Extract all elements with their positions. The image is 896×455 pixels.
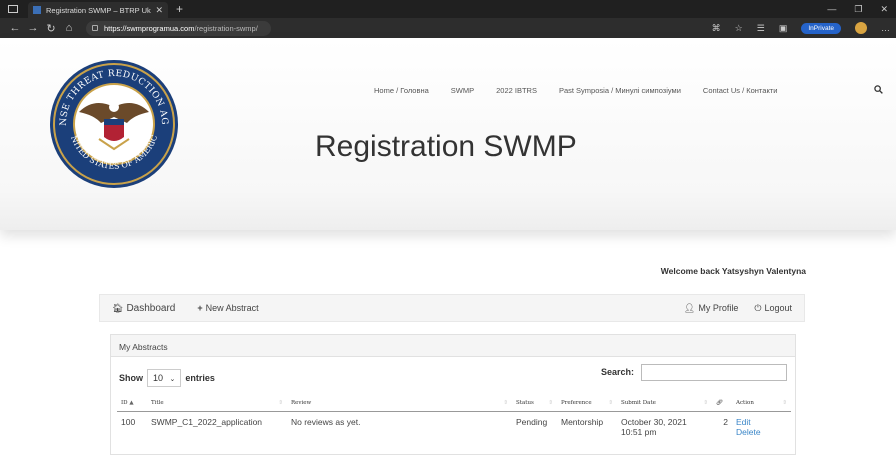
cell-submit-date: October 30, 2021 10:51 pm <box>617 411 712 442</box>
my-profile-link[interactable]: 👤︎ My Profile <box>684 303 738 314</box>
sort-icon: ⇳ <box>548 399 553 406</box>
col-status[interactable]: Status ⇳ <box>512 395 557 412</box>
collections-icon[interactable]: ▣ <box>779 23 788 34</box>
sort-asc-icon: ▲ <box>129 399 134 406</box>
search-input[interactable] <box>641 364 787 381</box>
dtra-seal-logo[interactable]: DEFENSE THREAT REDUCTION AGENCY UNITED S… <box>49 57 179 191</box>
back-icon[interactable]: ← <box>6 22 24 34</box>
menu-item-ibtrs[interactable]: 2022 IBTRS <box>496 86 537 95</box>
sort-icon: ⇳ <box>278 399 283 406</box>
show-label: Show <box>119 373 143 383</box>
new-abstract-link[interactable]: + New Abstract <box>197 303 258 313</box>
url-path: /registration-swmp/ <box>194 23 258 33</box>
reload-icon[interactable]: ↻ <box>42 22 60 35</box>
menu-item-contact[interactable]: Contact Us / Контакти <box>703 86 778 95</box>
restore-icon[interactable]: ❐ <box>854 4 862 15</box>
paperclip-icon: 🔗︎ <box>716 399 723 406</box>
user-icon: 👤︎ <box>683 302 696 313</box>
abstracts-panel: My Abstracts Show 10 ⌄ entries Search: I… <box>110 334 796 455</box>
chevron-down-icon: ⌄ <box>169 376 176 383</box>
menu-item-past-symposia[interactable]: Past Symposia / Минулі симпозіуми <box>559 86 681 95</box>
col-submit-date-label: Submit Date <box>621 399 656 406</box>
col-attachment[interactable]: 🔗︎ <box>712 395 732 412</box>
dashboard-label: Dashboard <box>126 302 176 314</box>
reader-icon[interactable]: ⌘ <box>712 23 721 34</box>
sort-icon: ⇳ <box>703 399 708 406</box>
cell-action: Edit Delete <box>732 411 791 442</box>
table-header-row: ID ▲ Title ⇳ Review ⇳ Status ⇳ Preference ⇳ … <box>117 395 791 412</box>
col-action-label: Action <box>736 399 754 406</box>
entries-label: entries <box>185 373 215 383</box>
edit-link[interactable]: Edit <box>736 417 787 427</box>
new-abstract-label: New Abstract <box>205 303 259 313</box>
home-icon: 🏠︎ <box>112 302 124 313</box>
delete-link[interactable]: Delete <box>736 427 787 437</box>
col-title[interactable]: Title ⇳ <box>147 395 287 412</box>
col-review[interactable]: Review ⇳ <box>287 395 512 412</box>
lock-icon <box>92 25 98 31</box>
sort-icon: ⇳ <box>608 399 613 406</box>
cell-count: 2 <box>723 416 728 427</box>
dashboard-nav: 🏠︎ Dashboard + New Abstract 👤︎ My Profil… <box>99 294 805 322</box>
cell-id: 100 <box>121 416 136 427</box>
new-tab-icon[interactable]: + <box>176 2 183 16</box>
close-window-icon[interactable]: ✕ <box>880 4 888 15</box>
logout-label: Logout <box>764 303 792 313</box>
col-status-label: Status <box>516 399 534 406</box>
more-icon[interactable]: … <box>881 23 890 33</box>
entries-control: Show 10 ⌄ entries <box>119 369 215 387</box>
main-menu: Home / Головна SWMP 2022 IBTRS Past Symp… <box>374 85 883 95</box>
url-host: https://swmprogramua.com <box>104 23 195 33</box>
tab-title: Registration SWMP – BTRP Ukra <box>46 5 152 15</box>
forward-icon[interactable]: → <box>24 22 42 34</box>
col-submit-date[interactable]: Submit Date ⇳ <box>617 395 712 412</box>
site-header: DEFENSE THREAT REDUCTION AGENCY UNITED S… <box>0 38 896 230</box>
my-profile-label: My Profile <box>698 303 739 313</box>
cell-status: Pending <box>516 416 548 427</box>
favorite-add-icon[interactable]: ☆ <box>735 23 743 34</box>
col-id[interactable]: ID ▲ <box>117 395 147 412</box>
col-id-label: ID <box>121 399 128 406</box>
dashboard-link[interactable]: 🏠︎ Dashboard <box>112 303 175 314</box>
power-icon: ⏻ <box>754 302 762 313</box>
col-preference-label: Preference <box>561 399 592 406</box>
cell-preference: Mentorship <box>561 416 604 427</box>
inprivate-badge[interactable]: InPrivate <box>801 22 841 34</box>
minimize-icon[interactable]: — <box>827 4 836 15</box>
panel-title: My Abstracts <box>111 335 795 357</box>
menu-item-home[interactable]: Home / Головна <box>374 86 429 95</box>
entries-value: 10 <box>153 373 164 383</box>
browser-tabbar: Registration SWMP – BTRP Ukra ✕ + — ❐ ✕ <box>0 0 896 18</box>
entries-select[interactable]: 10 ⌄ <box>147 369 182 387</box>
close-tab-icon[interactable]: ✕ <box>155 5 163 16</box>
home-icon[interactable]: ⌂ <box>60 22 78 34</box>
cell-title: SWMP_C1_2022_application <box>151 416 263 427</box>
page-title: Registration SWMP <box>315 130 577 163</box>
logout-link[interactable]: ⏻ Logout <box>754 303 792 314</box>
browser-tab[interactable]: Registration SWMP – BTRP Ukra ✕ <box>28 2 168 18</box>
col-review-label: Review <box>291 399 312 406</box>
favorites-icon[interactable]: ☰ <box>757 23 765 34</box>
table-row: 100 SWMP_C1_2022_application No reviews … <box>117 411 791 442</box>
address-bar[interactable]: https://swmprogramua.com/registration-sw… <box>86 20 271 36</box>
welcome-message: Welcome back Yatsyshyn Valentyna <box>660 266 806 276</box>
search-label: Search: <box>601 367 635 377</box>
profile-avatar[interactable] <box>855 22 867 34</box>
col-preference[interactable]: Preference ⇳ <box>557 395 617 412</box>
browser-toolbar: ← → ↻ ⌂ https://swmprogramua.com/registr… <box>0 18 896 38</box>
menu-item-swmp[interactable]: SWMP <box>451 86 474 95</box>
plus-icon: + <box>197 303 203 313</box>
submit-time: 10:51 pm <box>621 426 657 437</box>
sort-icon: ⇳ <box>503 399 508 406</box>
cell-review: No reviews as yet. <box>291 416 361 427</box>
sort-icon: ⇳ <box>782 399 787 406</box>
favicon-icon <box>33 6 41 14</box>
col-action[interactable]: Action ⇳ <box>732 395 791 412</box>
search-icon[interactable] <box>874 85 883 94</box>
abstracts-table: ID ▲ Title ⇳ Review ⇳ Status ⇳ Preference ⇳ … <box>117 395 791 442</box>
window-menu-icon[interactable] <box>8 5 18 13</box>
col-title-label: Title <box>151 399 164 406</box>
submit-date: October 30, 2021 <box>621 416 687 427</box>
